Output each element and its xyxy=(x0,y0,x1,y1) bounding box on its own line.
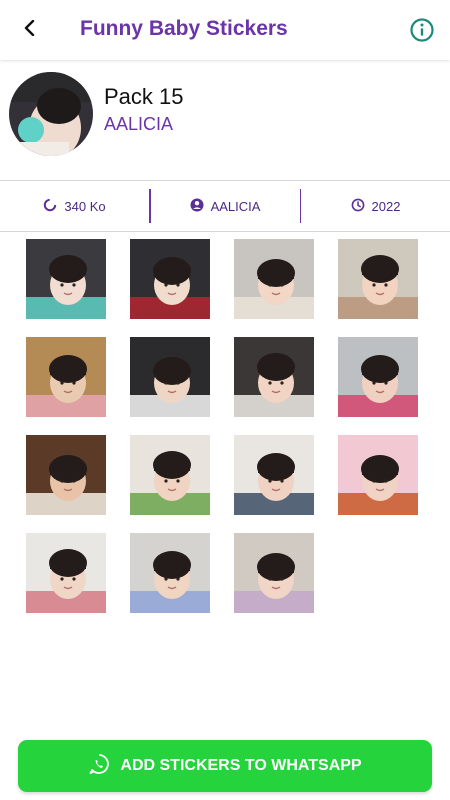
sticker-item[interactable] xyxy=(130,533,210,613)
clock-icon xyxy=(351,198,365,215)
sticker-image xyxy=(130,337,210,417)
sticker-item[interactable] xyxy=(130,239,210,319)
sticker-item[interactable] xyxy=(130,435,210,515)
year-text: 2022 xyxy=(371,198,401,214)
sticker-item[interactable] xyxy=(234,435,314,515)
sticker-item[interactable] xyxy=(234,239,314,319)
sticker-item[interactable] xyxy=(26,337,106,417)
pack-year: 2022 xyxy=(301,198,450,215)
sticker-image xyxy=(26,435,106,515)
sticker-item[interactable] xyxy=(130,337,210,417)
app-bar: Funny Baby Stickers xyxy=(0,0,450,60)
sticker-image xyxy=(234,435,314,515)
sticker-item[interactable] xyxy=(234,533,314,613)
account-icon xyxy=(190,198,204,215)
pack-header: Pack 15 AALICIA xyxy=(0,62,450,180)
sticker-grid xyxy=(26,239,418,613)
sticker-image xyxy=(26,533,106,613)
add-button-label: ADD STICKERS TO WHATSAPP xyxy=(120,757,362,774)
sticker-item[interactable] xyxy=(26,239,106,319)
sticker-item[interactable] xyxy=(338,239,418,319)
sticker-image xyxy=(234,337,314,417)
sticker-image xyxy=(234,533,314,613)
sticker-image xyxy=(338,239,418,319)
sticker-image xyxy=(338,337,418,417)
sticker-item[interactable] xyxy=(338,337,418,417)
sticker-item[interactable] xyxy=(26,533,106,613)
sticker-item[interactable] xyxy=(26,435,106,515)
sticker-image xyxy=(130,239,210,319)
size-icon xyxy=(43,198,57,215)
pack-info-bar: 340 Ko AALICIA 2022 xyxy=(0,180,450,232)
author-text: AALICIA xyxy=(210,198,261,214)
sticker-item[interactable] xyxy=(338,435,418,515)
info-button[interactable] xyxy=(408,16,436,44)
sticker-image xyxy=(26,337,106,417)
info-icon xyxy=(408,18,436,48)
sticker-image xyxy=(130,435,210,515)
back-arrow-icon xyxy=(22,19,38,41)
pack-author: AALICIA xyxy=(104,114,174,134)
pack-thumbnail xyxy=(9,72,93,156)
app-title: Funny Baby Stickers xyxy=(80,17,288,40)
whatsapp-icon xyxy=(88,753,110,780)
sticker-image xyxy=(130,533,210,613)
sticker-image xyxy=(338,435,418,515)
pack-name: Pack 15 xyxy=(104,84,184,109)
add-to-whatsapp-button[interactable]: ADD STICKERS TO WHATSAPP xyxy=(18,740,432,792)
sticker-item[interactable] xyxy=(234,337,314,417)
pack-author-info: AALICIA xyxy=(151,198,300,215)
sticker-image xyxy=(234,239,314,319)
sticker-image xyxy=(26,239,106,319)
pack-size-text: 340 Ko xyxy=(64,198,106,214)
back-button[interactable] xyxy=(14,16,46,44)
pack-size: 340 Ko xyxy=(0,198,149,215)
